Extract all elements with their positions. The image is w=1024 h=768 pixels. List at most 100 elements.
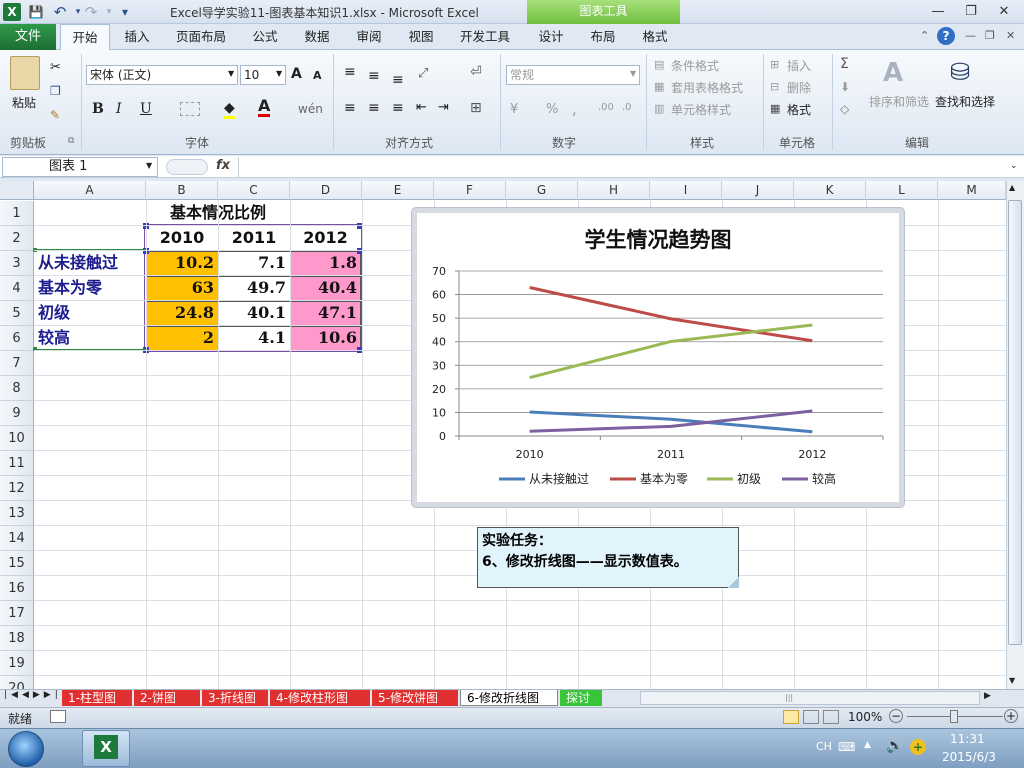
decrease-indent-icon[interactable]: ⇤ (416, 100, 427, 115)
align-center-icon[interactable]: ≡ (368, 100, 380, 116)
format-cells-button[interactable]: 格式 (787, 101, 811, 118)
row-header[interactable]: 7 (0, 351, 34, 376)
align-left-icon[interactable]: ≡ (344, 100, 356, 116)
formula-input[interactable] (238, 157, 1008, 177)
expand-formula-bar-icon[interactable]: ⌄ (1010, 161, 1018, 171)
chevron-down-icon[interactable]: ▼ (276, 69, 282, 78)
column-header[interactable]: H (578, 181, 650, 200)
row-header[interactable]: 12 (0, 476, 34, 501)
language-indicator[interactable]: CH (816, 740, 832, 753)
row-header[interactable]: 20 (0, 676, 34, 689)
task-note[interactable]: 实验任务： 6、修改折线图——显示数值表。 (477, 527, 739, 588)
sheet-nav-icons[interactable]: |◀◀▶▶| (4, 690, 62, 700)
merge-center-icon[interactable]: ⊞ (470, 100, 482, 116)
row-label-advanced[interactable]: 较高 (35, 326, 146, 351)
redo-icon[interactable]: ↷ (82, 3, 100, 21)
speaker-icon[interactable]: 🔊 (886, 738, 903, 754)
chevron-down-icon[interactable]: ▼ (146, 161, 152, 170)
column-header[interactable]: M (938, 181, 1006, 200)
workbook-minimize-icon[interactable]: — (965, 29, 976, 42)
row-header[interactable]: 10 (0, 426, 34, 451)
comma-button[interactable]: , (572, 100, 577, 118)
sort-filter-icon[interactable]: A (883, 58, 903, 88)
zoom-level[interactable]: 100% (848, 710, 882, 724)
sheet-tab[interactable]: 探讨 (560, 690, 602, 706)
column-header[interactable]: C (218, 181, 290, 200)
clock-date[interactable]: 2015/6/3 (942, 750, 996, 764)
sort-filter-button[interactable]: 排序和筛选 (869, 93, 929, 110)
horizontal-scrollbar[interactable] (640, 691, 980, 705)
fill-color-icon[interactable]: ◆ (224, 100, 235, 119)
row-header[interactable]: 13 (0, 501, 34, 526)
column-header[interactable]: K (794, 181, 866, 200)
decrease-decimal-icon[interactable]: .0 (622, 102, 632, 113)
tab-chart-layout[interactable]: 布局 (582, 24, 624, 50)
sheet-tab[interactable]: 4-修改柱形图 (270, 690, 370, 706)
line-chart[interactable]: 学生情况趋势图 0 10 20 30 40 50 60 70 2010 2011 2012 从未接触过 基… (412, 208, 904, 507)
cell-styles-button[interactable]: 单元格样式 (671, 101, 731, 118)
row-header[interactable]: 4 (0, 276, 34, 301)
sheet-tab[interactable]: 3-折线图 (202, 690, 268, 706)
macro-record-icon[interactable] (50, 710, 66, 723)
column-header[interactable]: L (866, 181, 938, 200)
bold-button[interactable]: B (92, 101, 104, 117)
page-layout-view-icon[interactable] (803, 710, 819, 724)
conditional-format-button[interactable]: 条件格式 (671, 57, 719, 74)
orientation-icon[interactable]: ⤢ (418, 66, 428, 81)
scroll-right-icon[interactable]: ▶ (984, 691, 991, 701)
name-box[interactable]: 图表 1 (2, 157, 158, 177)
row-label-basic-zero[interactable]: 基本为零 (35, 276, 146, 301)
tab-formulas[interactable]: 公式 (244, 24, 286, 50)
fill-icon[interactable]: ⬇ (840, 80, 850, 94)
vertical-scroll-thumb[interactable] (1008, 200, 1022, 645)
start-button[interactable] (8, 731, 44, 767)
tab-page-layout[interactable]: 页面布局 (168, 24, 234, 50)
clear-icon[interactable]: ◇ (840, 102, 849, 116)
number-format-dropdown[interactable]: 常规 (506, 65, 640, 85)
paste-icon[interactable] (10, 56, 40, 90)
align-bottom-icon[interactable]: ≡ (392, 72, 404, 88)
align-middle-icon[interactable]: ≡ (368, 68, 380, 84)
minimize-button[interactable]: — (924, 2, 952, 22)
zoom-out-icon[interactable]: − (889, 709, 903, 723)
scroll-up-icon[interactable]: ▲ (1009, 183, 1015, 192)
column-header[interactable]: G (506, 181, 578, 200)
workbook-close-icon[interactable]: ✕ (1006, 29, 1015, 42)
excel-app-icon[interactable]: X (3, 3, 21, 21)
autosum-button[interactable]: Σ (840, 56, 849, 72)
column-header[interactable]: B (146, 181, 218, 200)
font-color-icon[interactable]: A (258, 98, 271, 117)
column-header[interactable]: A (34, 181, 146, 200)
format-as-table-button[interactable]: 套用表格格式 (671, 79, 743, 96)
row-header[interactable]: 18 (0, 626, 34, 651)
insert-cells-button[interactable]: 插入 (787, 57, 811, 74)
zoom-in-icon[interactable]: + (1004, 709, 1018, 723)
clock-time[interactable]: 11:31 (950, 732, 985, 746)
tab-home[interactable]: 开始 (60, 24, 110, 51)
align-right-icon[interactable]: ≡ (392, 100, 404, 116)
tab-file[interactable]: 文件 (0, 24, 56, 50)
tab-chart-format[interactable]: 格式 (634, 24, 676, 50)
row-header[interactable]: 15 (0, 551, 34, 576)
align-top-icon[interactable]: ≡ (344, 64, 356, 80)
tab-review[interactable]: 审阅 (348, 24, 390, 50)
row-label-beginner[interactable]: 初级 (35, 301, 146, 326)
row-header[interactable]: 19 (0, 651, 34, 676)
clipboard-launcher-icon[interactable]: ⧉ (68, 136, 74, 146)
column-header[interactable]: I (650, 181, 722, 200)
tab-chart-design[interactable]: 设计 (530, 24, 572, 50)
wrap-text-icon[interactable]: ⏎ (470, 64, 482, 80)
paste-button[interactable]: 粘贴 (12, 94, 36, 111)
collapse-ribbon-icon[interactable]: ⌃ (920, 29, 929, 42)
row-header[interactable]: 6 (0, 326, 34, 351)
help-icon[interactable]: ? (937, 27, 955, 45)
row-header[interactable]: 14 (0, 526, 34, 551)
column-header[interactable]: D (290, 181, 362, 200)
italic-button[interactable]: I (116, 101, 122, 117)
percent-button[interactable]: % (546, 102, 558, 117)
keyboard-icon[interactable]: ⌨ (838, 740, 855, 754)
row-header[interactable]: 2 (0, 226, 34, 251)
increase-decimal-icon[interactable]: .00 (598, 102, 614, 113)
row-header[interactable]: 3 (0, 251, 34, 276)
insert-function-button[interactable]: fx (216, 158, 230, 173)
